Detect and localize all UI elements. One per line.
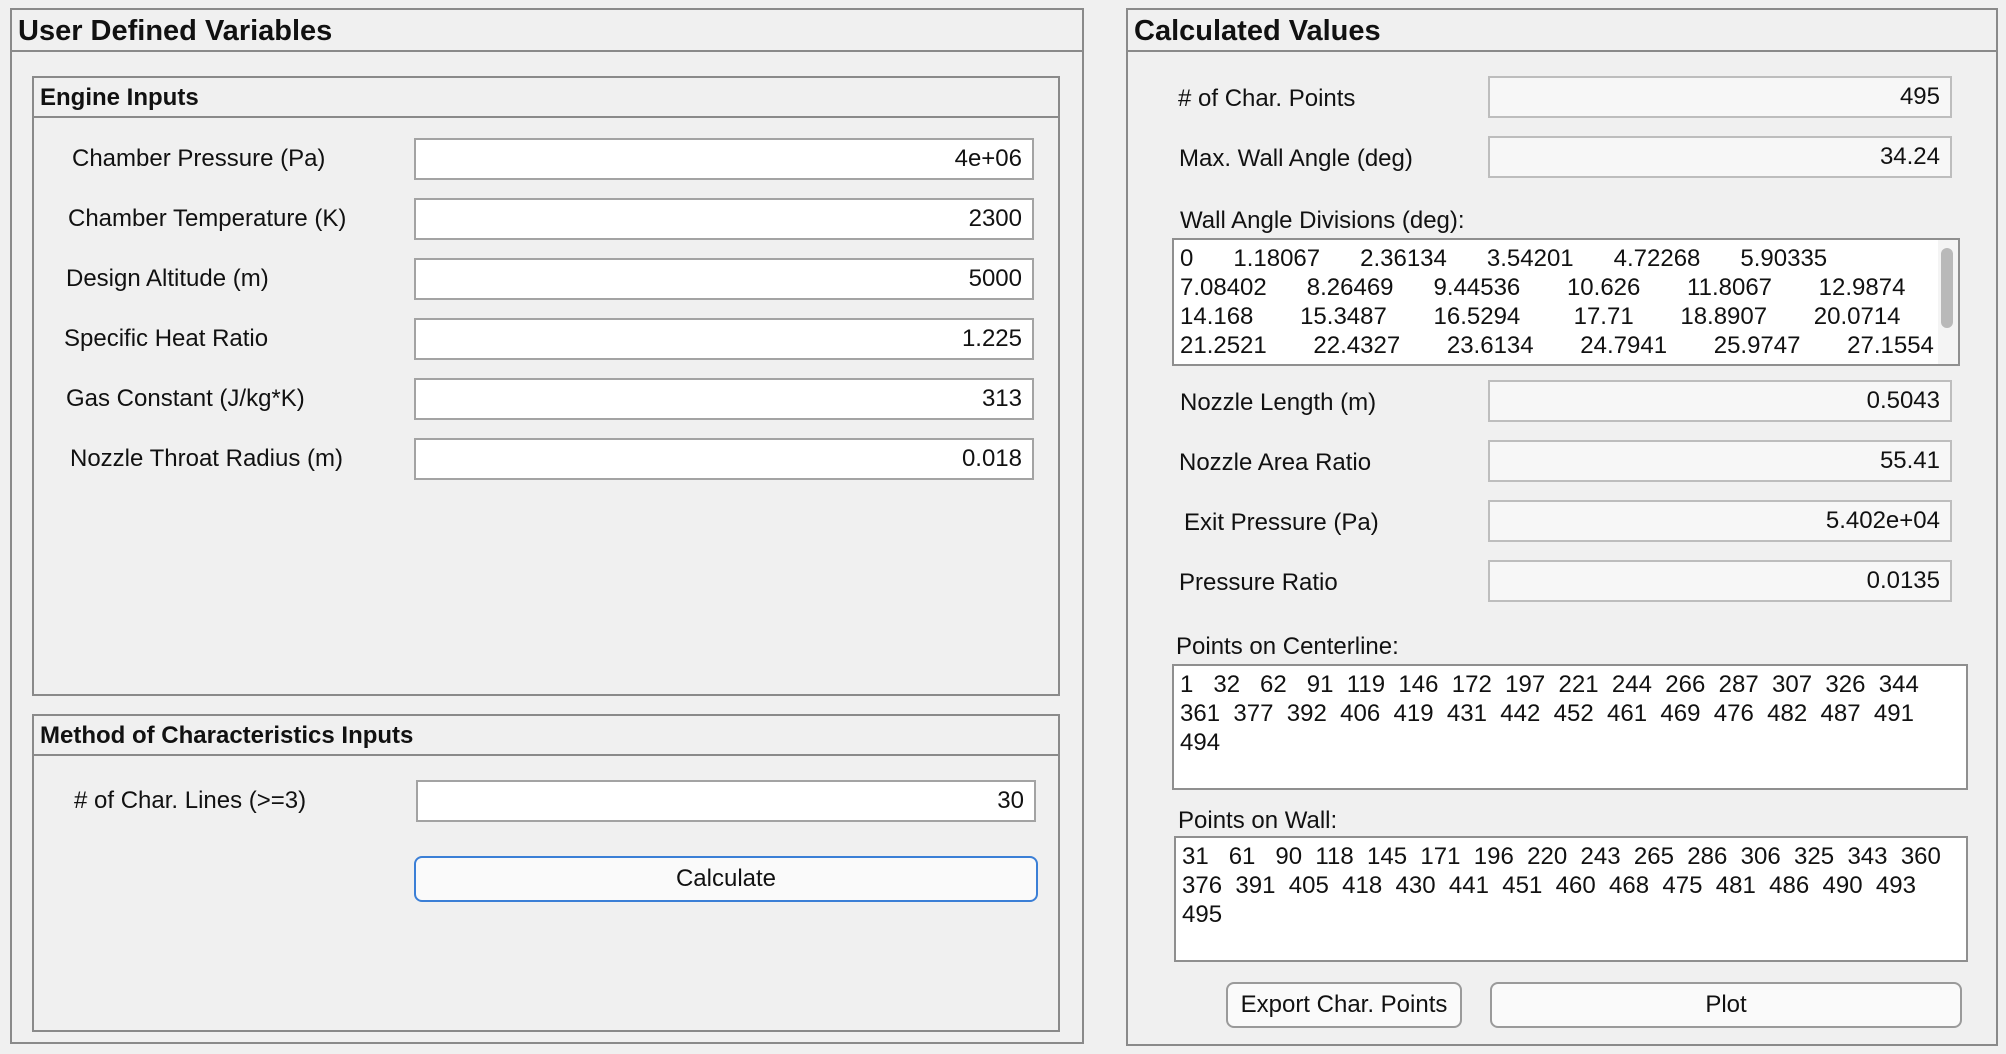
group-title: Method of Characteristics Inputs bbox=[34, 716, 1058, 756]
chamber-pressure-input[interactable] bbox=[414, 138, 1034, 180]
design-altitude-label: Design Altitude (m) bbox=[66, 265, 269, 292]
char-lines-input[interactable] bbox=[416, 780, 1036, 822]
exit-pressure-output bbox=[1488, 500, 1952, 542]
gas-constant-label: Gas Constant (J/kg*K) bbox=[66, 385, 305, 412]
nozzle-area-ratio-output bbox=[1488, 440, 1952, 482]
chamber-pressure-label: Chamber Pressure (Pa) bbox=[72, 145, 326, 172]
points-wall-label: Points on Wall: bbox=[1178, 807, 1338, 834]
exit-pressure-label: Exit Pressure (Pa) bbox=[1184, 509, 1379, 536]
design-altitude-input[interactable] bbox=[414, 258, 1034, 300]
max-wall-angle-output bbox=[1488, 136, 1952, 178]
wall-angle-divisions-textarea[interactable]: 0 1.18067 2.36134 3.54201 4.72268 5.9033… bbox=[1172, 238, 1960, 366]
wall-angle-divisions-label: Wall Angle Divisions (deg): bbox=[1180, 207, 1465, 234]
nozzle-throat-radius-input[interactable] bbox=[414, 438, 1034, 480]
points-wall-textarea[interactable]: 31 61 90 118 145 171 196 220 243 265 286… bbox=[1174, 836, 1968, 962]
nozzle-area-ratio-label: Nozzle Area Ratio bbox=[1179, 449, 1372, 476]
chamber-temperature-input[interactable] bbox=[414, 198, 1034, 240]
plot-button[interactable]: Plot bbox=[1490, 982, 1962, 1028]
gas-constant-input[interactable] bbox=[414, 378, 1034, 420]
nozzle-length-output bbox=[1488, 380, 1952, 422]
max-wall-angle-label: Max. Wall Angle (deg) bbox=[1179, 145, 1413, 172]
nozzle-length-label: Nozzle Length (m) bbox=[1180, 389, 1377, 416]
nozzle-throat-radius-label: Nozzle Throat Radius (m) bbox=[70, 445, 343, 472]
scrollbar-thumb[interactable] bbox=[1941, 248, 1953, 328]
calculated-values-panel: Calculated Values # of Char. Points Max.… bbox=[1126, 8, 1998, 1046]
char-points-output bbox=[1488, 76, 1952, 118]
user-defined-variables-panel: User Defined Variables Engine Inputs Cha… bbox=[10, 8, 1084, 1044]
moc-inputs-group: Method of Characteristics Inputs # of Ch… bbox=[32, 714, 1060, 1032]
group-title: Engine Inputs bbox=[34, 78, 1058, 118]
specific-heat-ratio-label: Specific Heat Ratio bbox=[64, 325, 269, 352]
pressure-ratio-label: Pressure Ratio bbox=[1179, 569, 1338, 596]
points-centerline-textarea[interactable]: 1 32 62 91 119 146 172 197 221 244 266 2… bbox=[1172, 664, 1968, 790]
chamber-temperature-label: Chamber Temperature (K) bbox=[68, 205, 347, 232]
engine-inputs-group: Engine Inputs Chamber Pressure (Pa) Cham… bbox=[32, 76, 1060, 696]
calculate-button[interactable]: Calculate bbox=[414, 856, 1038, 902]
char-points-label: # of Char. Points bbox=[1178, 85, 1356, 112]
char-lines-label: # of Char. Lines (>=3) bbox=[74, 787, 307, 814]
panel-title: User Defined Variables bbox=[12, 10, 1082, 52]
specific-heat-ratio-input[interactable] bbox=[414, 318, 1034, 360]
panel-title: Calculated Values bbox=[1128, 10, 1996, 52]
points-centerline-label: Points on Centerline: bbox=[1176, 633, 1399, 660]
pressure-ratio-output bbox=[1488, 560, 1952, 602]
export-char-points-button[interactable]: Export Char. Points bbox=[1226, 982, 1462, 1028]
